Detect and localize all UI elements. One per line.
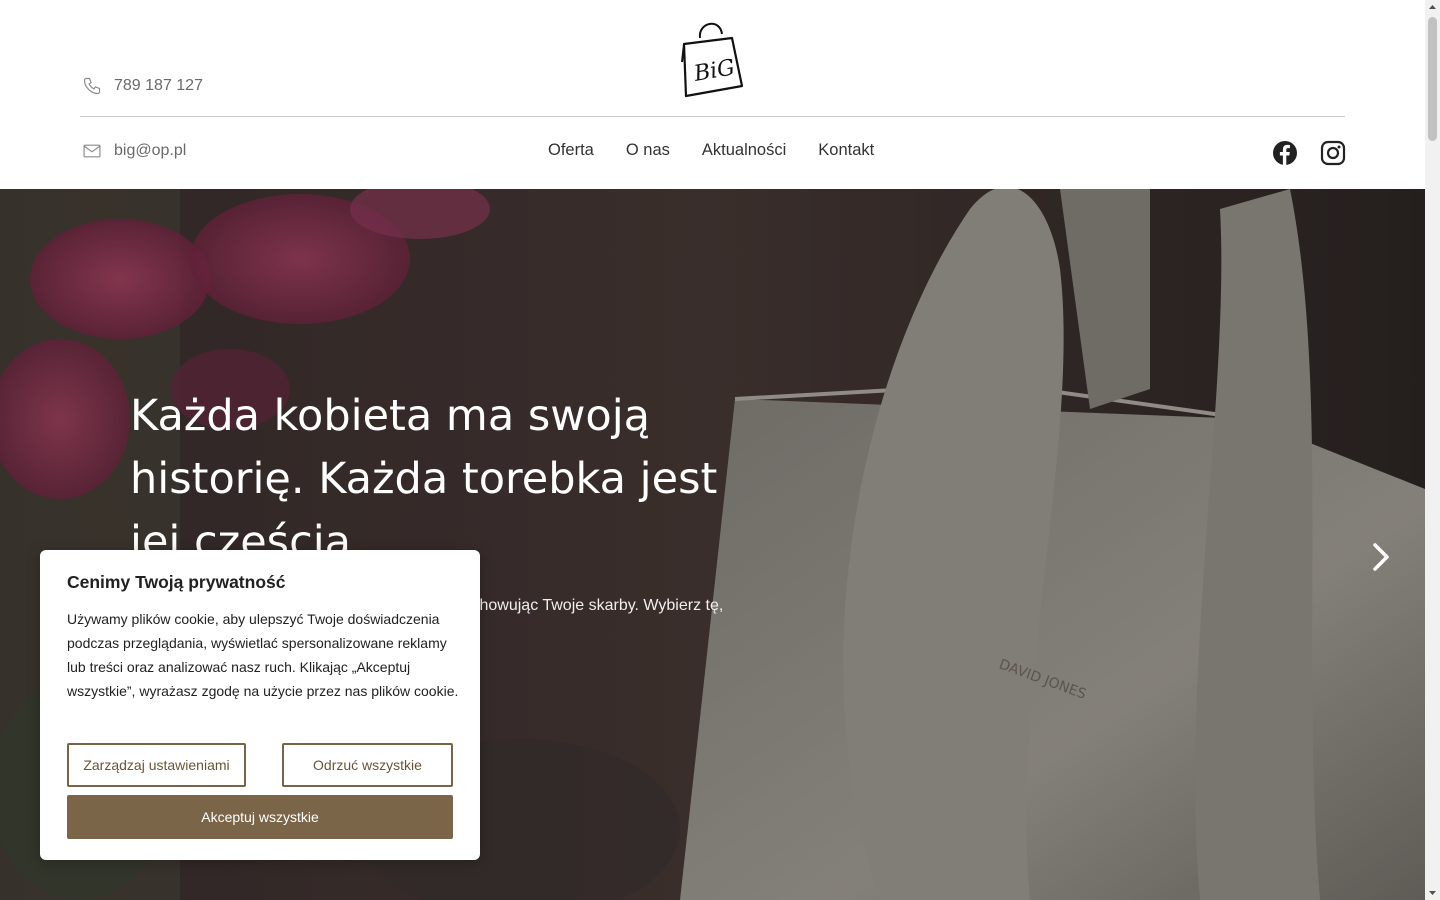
scrollbar-thumb[interactable] xyxy=(1428,17,1437,141)
facebook-icon xyxy=(1273,141,1297,165)
phone-contact[interactable]: 789 187 127 xyxy=(82,76,203,96)
cookie-consent-modal: Cenimy Twoją prywatność Używamy plików c… xyxy=(40,550,480,860)
reject-all-button[interactable]: Odrzuć wszystkie xyxy=(282,743,453,787)
main-nav: Oferta O nas Aktualności Kontakt xyxy=(548,141,874,160)
mail-icon xyxy=(83,144,101,158)
scroll-up-arrow-icon[interactable] xyxy=(1425,0,1440,15)
cookie-title: Cenimy Twoją prywatność xyxy=(67,572,286,592)
facebook-link[interactable] xyxy=(1272,140,1298,166)
phone-number[interactable]: 789 187 127 xyxy=(114,77,203,95)
cookie-text: Używamy plików cookie, aby ulepszyć Twoj… xyxy=(67,611,459,699)
hero-title: Każda kobieta ma swoją historię. Każda t… xyxy=(130,391,718,567)
page: BiG 789 187 127 big@op.pl Oferta O nas A… xyxy=(0,0,1425,900)
scroll-down-arrow-icon[interactable] xyxy=(1425,885,1440,900)
logo[interactable]: BiG xyxy=(676,16,750,100)
instagram-icon xyxy=(1320,140,1346,166)
site-header: BiG 789 187 127 big@op.pl Oferta O nas A… xyxy=(0,0,1425,189)
manage-settings-button[interactable]: Zarządzaj ustawieniami xyxy=(67,743,246,787)
accept-all-button[interactable]: Akceptuj wszystkie xyxy=(67,795,453,839)
email-address[interactable]: big@op.pl xyxy=(114,142,186,160)
nav-item-o-nas[interactable]: O nas xyxy=(626,141,670,160)
slider-next-button[interactable] xyxy=(1368,541,1394,573)
phone-icon xyxy=(83,77,101,95)
header-divider xyxy=(80,116,1345,117)
chevron-right-icon xyxy=(1373,543,1389,571)
nav-item-aktualnosci[interactable]: Aktualności xyxy=(702,141,786,160)
logo-text: BiG xyxy=(691,55,736,87)
shopping-bag-logo-icon: BiG xyxy=(681,23,744,98)
email-contact[interactable]: big@op.pl xyxy=(82,141,186,161)
instagram-link[interactable] xyxy=(1320,140,1346,166)
nav-item-kontakt[interactable]: Kontakt xyxy=(818,141,874,160)
nav-item-oferta[interactable]: Oferta xyxy=(548,141,594,160)
vertical-scrollbar[interactable] xyxy=(1425,0,1440,900)
